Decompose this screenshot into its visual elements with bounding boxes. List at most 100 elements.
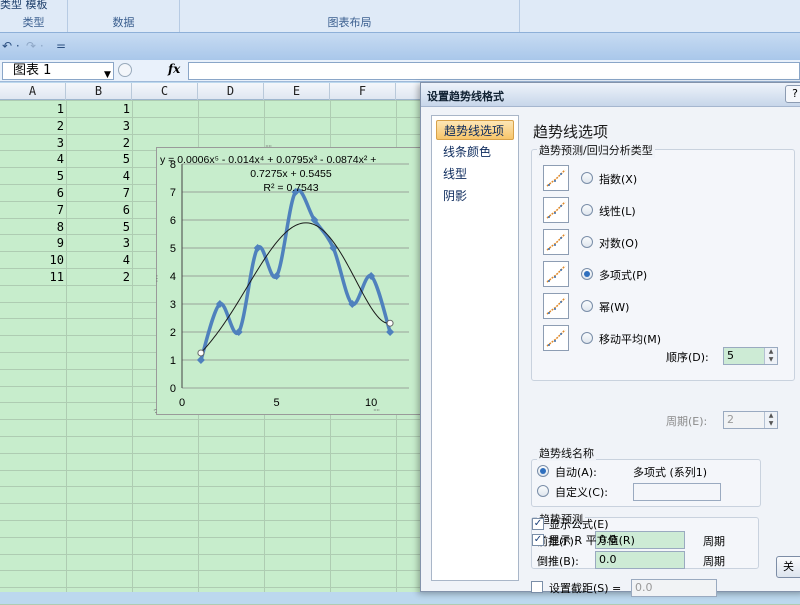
custom-name-label[interactable]: 自定义(C): [555,484,608,500]
column-header-a[interactable]: A [0,83,66,100]
cell-a2[interactable]: 2 [0,118,64,134]
close-button[interactable]: 关 [776,556,800,578]
intercept-input[interactable]: 0.0 [631,579,717,597]
trendline-type-radio[interactable] [581,332,593,344]
custom-name-radio[interactable] [537,485,549,497]
undo-icon[interactable]: ↶ · [2,39,20,53]
redo-icon[interactable]: ↷ · [26,39,44,53]
cell-a7[interactable]: 7 [0,202,64,218]
custom-name-input[interactable] [633,483,721,501]
trendline-type-radio[interactable] [581,172,593,184]
nav-line-style[interactable]: 线型 [436,164,514,184]
cell-b1[interactable]: 1 [66,101,130,117]
column-header-d[interactable]: D [198,83,264,100]
cell-b10[interactable]: 4 [66,252,130,268]
trendline-type-radio[interactable] [581,204,593,216]
auto-name-radio[interactable] [537,465,549,477]
cell-b6[interactable]: 7 [66,185,130,201]
ribbon-top-labels[interactable]: 类型 模板 [0,0,48,12]
trendline-type-thumbnail-icon [543,197,569,223]
column-header-b[interactable]: B [66,83,132,100]
cell-b4[interactable]: 5 [66,151,130,167]
trendline-type-radio[interactable] [581,236,593,248]
cell-a6[interactable]: 6 [0,185,64,201]
cell-a8[interactable]: 8 [0,219,64,235]
trendline-handle [386,319,394,327]
resize-handle-bottom-left[interactable]: ·: [153,406,157,415]
trendline-type-label[interactable]: 对数(O) [599,235,638,251]
cell-b8[interactable]: 5 [66,219,130,235]
cell-b5[interactable]: 4 [66,168,130,184]
auto-name-value: 多项式 (系列1) [633,466,708,479]
x-tick-label: 10 [365,397,377,409]
trendline-type-thumbnail-icon [543,293,569,319]
customize-qat-icon[interactable]: = [56,39,66,53]
trendline-type-label[interactable]: 多项式(P) [599,267,647,283]
regression-type-group-title: 趋势预测/回归分析类型 [537,142,655,158]
expand-icon[interactable] [118,63,132,77]
cell-a11[interactable]: 11 [0,269,64,285]
dialog-title-bar[interactable]: 设置趋势线格式 [421,83,800,107]
y-tick-label: 3 [170,299,176,311]
trendline-type-label[interactable]: 幂(W) [599,299,629,315]
insert-function-icon[interactable]: fx [168,62,180,76]
column-header-c[interactable]: C [132,83,198,100]
backward-input[interactable]: 0.0 [595,551,685,569]
ribbon-group-type: 类型 模板 类型 [0,0,68,32]
ribbon-group-chart-layout: 图表布局 [180,0,520,32]
backward-unit: 周期 [703,555,725,568]
cell-a9[interactable]: 9 [0,235,64,251]
chart-object[interactable]: ···· ⋮ ·: ···· 0 1 2 3 4 5 6 7 8 0 5 10 y = 0.0006x… [153,142,422,415]
dialog-nav: 趋势线选项 线条颜色 线型 阴影 [431,115,519,581]
y-tick-label: 5 [170,243,176,255]
order-input[interactable]: 5 ▲ ▼ [723,347,778,365]
trendline-type-radio[interactable] [581,268,593,280]
ribbon-group-label: 图表布局 [327,16,372,29]
cell-a4[interactable]: 4 [0,151,64,167]
column-header-e[interactable]: E [264,83,330,100]
order-value: 5 [727,349,734,362]
trendline-type-label[interactable]: 线性(L) [599,203,636,219]
cell-a3[interactable]: 3 [0,135,64,151]
trendline-type-label[interactable]: 移动平均(M) [599,331,661,347]
trendline-type-label[interactable]: 指数(X) [599,171,637,187]
ribbon-group-data: 数据 [68,0,180,32]
nav-trendline-options[interactable]: 趋势线选项 [436,120,514,140]
cell-a5[interactable]: 5 [0,168,64,184]
formula-input[interactable] [188,62,800,80]
show-equation-checkbox[interactable]: ✓ [532,518,544,530]
order-spinner[interactable]: ▲ ▼ [764,348,777,364]
period-value: 2 [727,413,734,426]
trendline-type-radio[interactable] [581,300,593,312]
show-r-squared-label[interactable]: 显示 R 平方值(R) [549,532,635,548]
column-header-f[interactable]: F [330,83,396,100]
cell-b7[interactable]: 6 [66,202,130,218]
show-equation-label[interactable]: 显示公式(E) [549,516,609,532]
nav-shadow[interactable]: 阴影 [436,186,514,206]
cell-b2[interactable]: 3 [66,118,130,134]
set-intercept-checkbox[interactable] [531,581,543,593]
cell-a1[interactable]: 1 [0,101,64,117]
x-tick-label: 5 [274,397,280,409]
cell-a10[interactable]: 10 [0,252,64,268]
trendline-equation-label[interactable]: y = 0.0006x⁵ - 0.014x⁴ + 0.0795x³ - 0.08… [160,153,422,195]
show-r-squared-checkbox[interactable]: ✓ [532,534,544,546]
help-button[interactable]: ? [785,85,800,103]
trendline-type-thumbnail-icon [543,229,569,255]
y-tick-label: 0 [170,383,176,395]
cell-b9[interactable]: 3 [66,235,130,251]
order-label: 顺序(D): [666,351,709,364]
set-intercept-label[interactable]: 设置截距(S) = [549,580,621,596]
ribbon-group-label: 类型 [22,16,45,29]
name-box[interactable]: 图表 1 ▼ [2,62,114,80]
nav-line-color[interactable]: 线条颜色 [436,142,514,162]
chevron-down-icon[interactable]: ▼ [104,67,111,83]
column-gridline [132,100,133,592]
period-input[interactable]: 2 ▲ ▼ [723,411,778,429]
trendline-type-thumbnail-icon [543,261,569,287]
cell-b11[interactable]: 2 [66,269,130,285]
ribbon-group-label: 数据 [112,16,135,29]
cell-b3[interactable]: 2 [66,135,130,151]
period-spinner[interactable]: ▲ ▼ [764,412,777,428]
auto-name-label[interactable]: 自动(A): [555,464,597,480]
